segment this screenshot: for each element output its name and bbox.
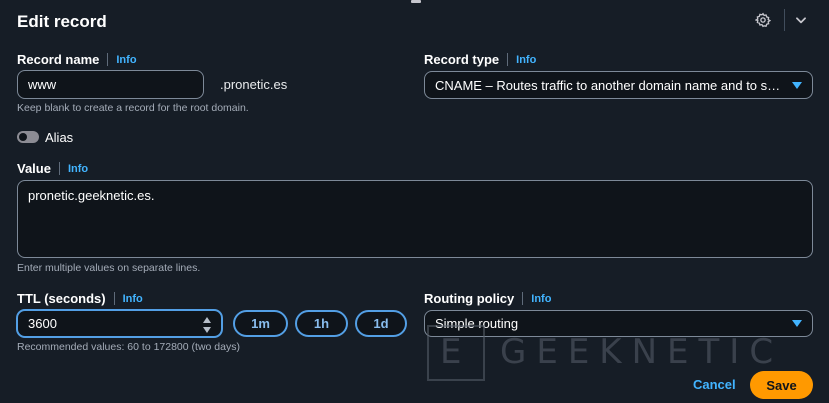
value-text: pronetic.geeknetic.es. [28, 188, 155, 203]
record-type-label-text: Record type [424, 52, 500, 67]
record-type-selected: CNAME – Routes traffic to another domain… [435, 77, 782, 93]
ttl-input[interactable]: 3600 [17, 310, 222, 337]
label-separator [58, 162, 60, 175]
stepper-up-icon[interactable] [203, 317, 211, 323]
label-separator [113, 292, 115, 305]
label-separator [522, 292, 524, 305]
ttl-value: 3600 [28, 316, 57, 331]
watermark-letter: E [440, 332, 462, 372]
record-name-value: www [28, 77, 57, 92]
record-type-label: Record type Info [424, 52, 536, 67]
stepper-down-icon[interactable] [203, 327, 211, 333]
header-divider [784, 9, 785, 31]
record-name-input[interactable]: www [17, 70, 204, 99]
gear-icon[interactable] [753, 10, 773, 30]
ttl-preset-1d-button[interactable]: 1d [355, 310, 407, 337]
ttl-info-link[interactable]: Info [123, 293, 143, 305]
cancel-button[interactable]: Cancel [693, 377, 736, 392]
domain-suffix: .pronetic.es [220, 77, 288, 92]
ttl-preset-1m-button[interactable]: 1m [233, 310, 288, 337]
alias-label: Alias [45, 130, 74, 145]
value-info-link[interactable]: Info [68, 163, 88, 175]
save-button[interactable]: Save [750, 371, 813, 399]
drag-handle[interactable] [411, 0, 421, 3]
value-hint: Enter multiple values on separate lines. [17, 262, 201, 274]
record-name-label: Record name Info [17, 52, 137, 67]
value-textarea[interactable]: pronetic.geeknetic.es. [17, 180, 813, 258]
value-label: Value Info [17, 161, 88, 176]
record-type-select[interactable]: CNAME – Routes traffic to another domain… [424, 71, 813, 99]
toggle-knob [19, 133, 27, 141]
routing-policy-label: Routing policy Info [424, 291, 551, 306]
record-name-label-text: Record name [17, 52, 100, 67]
page-title: Edit record [17, 12, 107, 31]
value-label-text: Value [17, 161, 51, 176]
caret-down-icon [792, 320, 802, 327]
ttl-preset-1h-button[interactable]: 1h [295, 310, 348, 337]
record-name-info-link[interactable]: Info [116, 54, 136, 66]
alias-toggle[interactable] [17, 131, 39, 143]
label-separator [507, 53, 509, 66]
watermark-text: GEEKNETIC [500, 332, 784, 372]
routing-policy-selected: Simple routing [435, 316, 519, 331]
chevron-down-icon[interactable] [791, 10, 811, 30]
routing-policy-label-text: Routing policy [424, 291, 515, 306]
record-type-info-link[interactable]: Info [516, 54, 536, 66]
label-separator [107, 53, 109, 66]
ttl-label: TTL (seconds) Info [17, 291, 143, 306]
stepper-icon[interactable] [202, 317, 212, 333]
record-name-hint: Keep blank to create a record for the ro… [17, 102, 249, 114]
ttl-hint: Recommended values: 60 to 172800 (two da… [17, 341, 240, 353]
caret-down-icon [792, 81, 802, 89]
routing-policy-info-link[interactable]: Info [531, 293, 551, 305]
ttl-label-text: TTL (seconds) [17, 291, 106, 306]
